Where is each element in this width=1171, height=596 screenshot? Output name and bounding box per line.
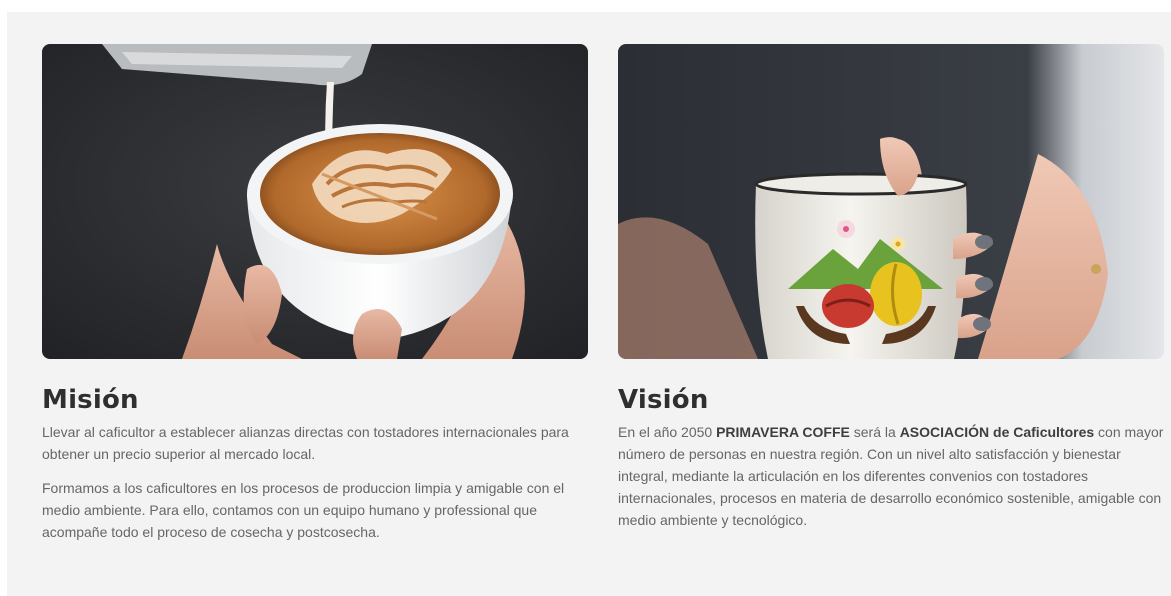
mision-paragraph-1: Llevar al caficultor a establecer alianz… bbox=[42, 424, 569, 462]
mision-card: Misión Llevar al caficultor a establecer… bbox=[42, 44, 588, 543]
vision-brand: PRIMAVERA COFFE bbox=[716, 424, 850, 440]
vision-text-2: será la bbox=[849, 424, 900, 440]
vision-text-1: En el año 2050 bbox=[618, 424, 717, 440]
vision-association: ASOCIACIÓN de Caficultores bbox=[899, 424, 1095, 440]
vision-title: Visión bbox=[618, 385, 709, 415]
mision-title: Misión bbox=[42, 385, 139, 415]
mision-paragraph-2: Formamos a los caficultores en los proce… bbox=[42, 480, 565, 540]
mission-vision-section: Misión Llevar al caficultor a establecer… bbox=[7, 12, 1171, 596]
vision-card: Visión En el año 2050 PRIMAVERA COFFE se… bbox=[618, 44, 1164, 531]
latte-art-photo bbox=[42, 44, 588, 359]
branded-mug-photo bbox=[618, 44, 1164, 359]
vision-paragraph: En el año 2050 PRIMAVERA COFFE será la A… bbox=[618, 421, 1164, 531]
